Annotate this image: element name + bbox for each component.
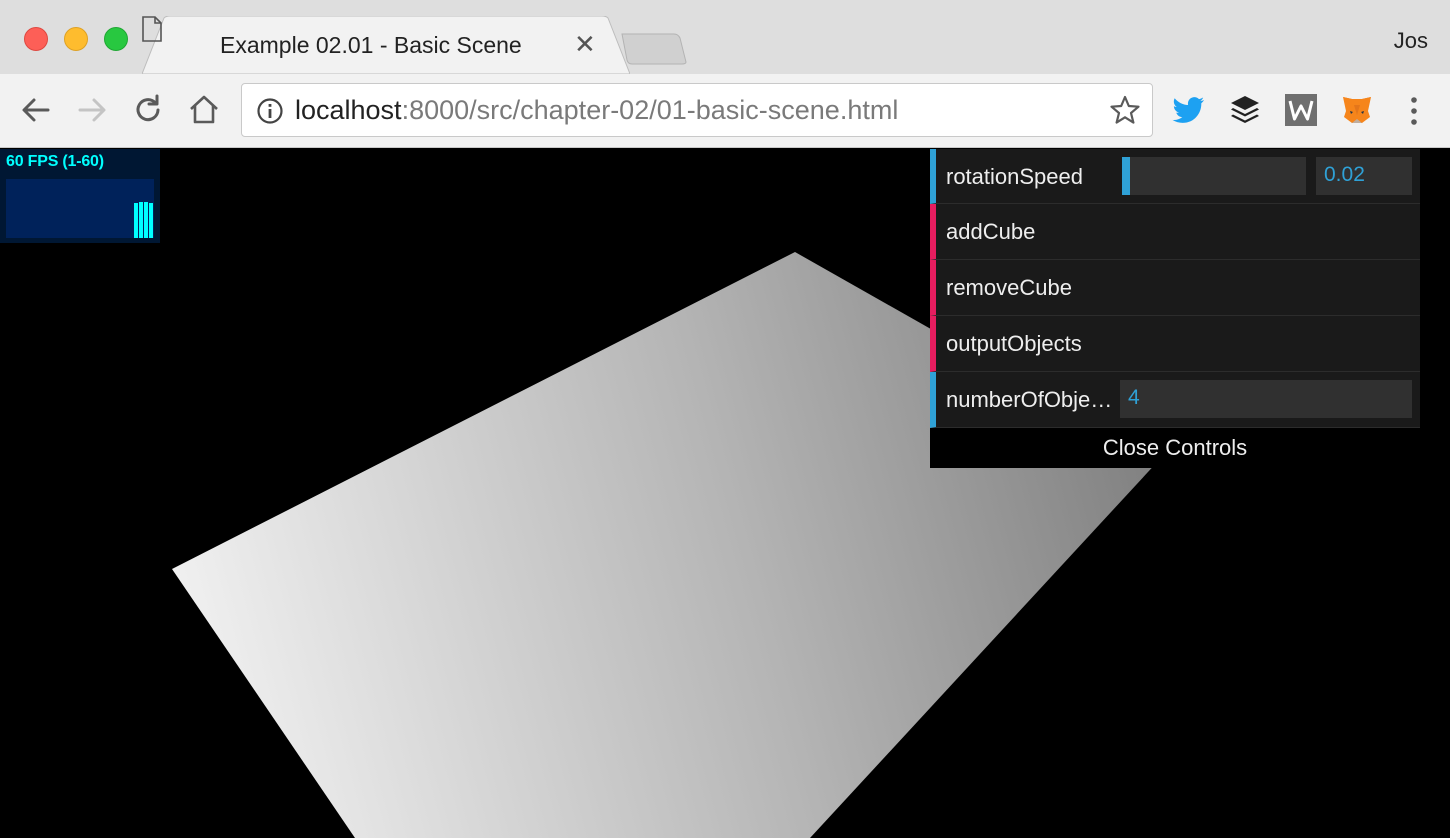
tab-title: Example 02.01 - Basic Scene bbox=[220, 32, 522, 58]
document-icon bbox=[142, 16, 162, 42]
fps-stats-panel[interactable]: 60 FPS (1-60) bbox=[0, 149, 160, 243]
close-window-button[interactable] bbox=[24, 27, 48, 51]
reload-icon[interactable] bbox=[130, 92, 166, 128]
fps-graph bbox=[6, 179, 154, 238]
zoom-window-button[interactable] bbox=[104, 27, 128, 51]
url-text[interactable]: localhost:8000/src/chapter-02/01-basic-s… bbox=[295, 95, 898, 126]
url-path: :8000/src/chapter-02/01-basic-scene.html bbox=[401, 95, 899, 125]
window-titlebar: Example 02.01 - Basic Scene ✕ Jos bbox=[0, 0, 1450, 76]
more-menu-icon[interactable] bbox=[1402, 94, 1426, 128]
number-of-objects-input[interactable]: 4 bbox=[1120, 380, 1412, 418]
rotation-speed-label: rotationSpeed bbox=[946, 164, 1083, 189]
minimize-window-button[interactable] bbox=[64, 27, 88, 51]
bookmark-star-icon[interactable] bbox=[1110, 95, 1140, 125]
close-controls-button[interactable]: Close Controls bbox=[930, 428, 1420, 468]
rotation-speed-slider-fill bbox=[1122, 157, 1130, 195]
active-tab[interactable]: Example 02.01 - Basic Scene ✕ bbox=[142, 16, 630, 76]
rotation-speed-input[interactable]: 0.02 bbox=[1316, 157, 1412, 195]
gui-row-number-of-objects: numberOfObjects 4 bbox=[930, 372, 1420, 428]
new-tab-button[interactable] bbox=[620, 32, 688, 66]
output-objects-label: outputObjects bbox=[946, 331, 1082, 356]
w-icon[interactable] bbox=[1284, 93, 1318, 127]
add-cube-label: addCube bbox=[946, 219, 1036, 244]
home-icon[interactable] bbox=[186, 92, 222, 128]
address-bar[interactable]: localhost:8000/src/chapter-02/01-basic-s… bbox=[241, 83, 1153, 137]
rotation-speed-slider[interactable] bbox=[1122, 157, 1306, 195]
number-of-objects-label: numberOfObjects bbox=[946, 387, 1118, 412]
remove-cube-button[interactable]: removeCube bbox=[930, 260, 1420, 316]
fps-label: 60 FPS (1-60) bbox=[6, 153, 104, 170]
forward-arrow-icon[interactable] bbox=[74, 92, 110, 128]
gui-row-rotation-speed: rotationSpeed 0.02 bbox=[930, 149, 1420, 204]
url-host: localhost bbox=[295, 95, 402, 125]
webgl-viewport[interactable]: 60 FPS (1-60) rotationSpeed 0.02 addCube… bbox=[0, 149, 1450, 838]
browser-toolbar: localhost:8000/src/chapter-02/01-basic-s… bbox=[0, 74, 1450, 148]
add-cube-button[interactable]: addCube bbox=[930, 204, 1420, 260]
dat-gui-panel: rotationSpeed 0.02 addCube removeCube ou… bbox=[930, 149, 1420, 468]
back-arrow-icon[interactable] bbox=[18, 92, 54, 128]
tab-close-icon[interactable]: ✕ bbox=[574, 29, 596, 60]
profile-name[interactable]: Jos bbox=[1394, 28, 1428, 54]
twitter-icon[interactable] bbox=[1172, 93, 1206, 127]
output-objects-button[interactable]: outputObjects bbox=[930, 316, 1420, 372]
metamask-fox-icon[interactable] bbox=[1340, 93, 1374, 127]
remove-cube-label: removeCube bbox=[946, 275, 1072, 300]
info-icon[interactable] bbox=[256, 97, 284, 125]
buffer-icon[interactable] bbox=[1228, 93, 1262, 127]
